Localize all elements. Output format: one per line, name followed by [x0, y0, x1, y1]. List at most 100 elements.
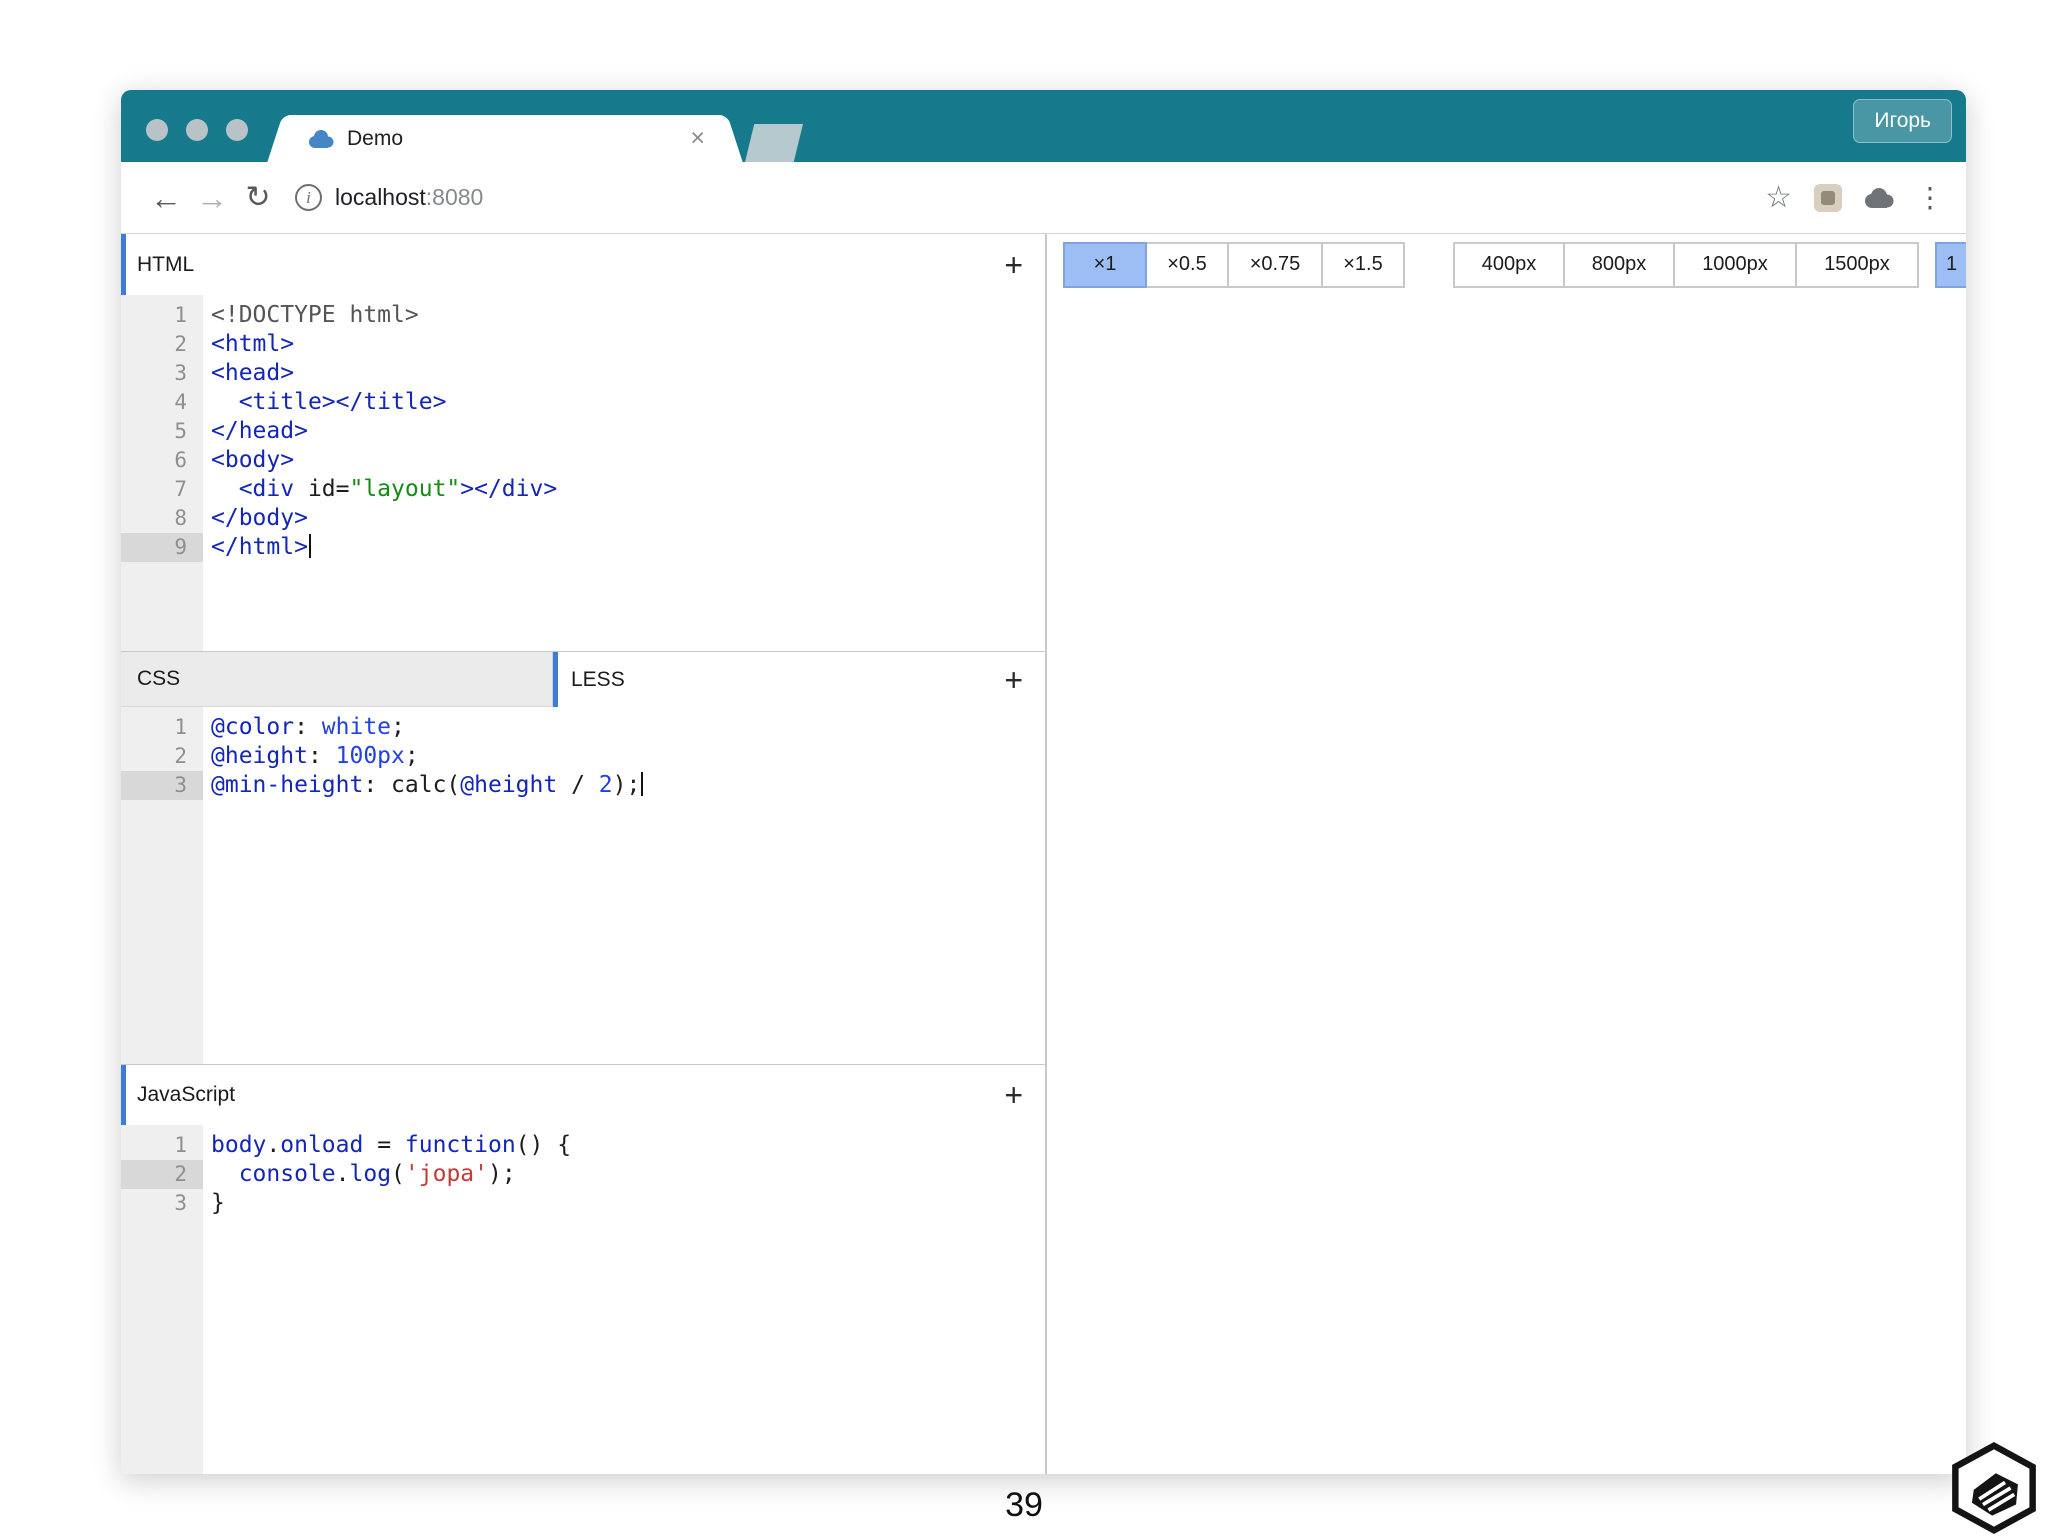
- code-line[interactable]: 4 <title></title>: [121, 388, 1045, 417]
- back-icon[interactable]: ←: [143, 182, 189, 214]
- zoom-x15-button[interactable]: ×1.5: [1321, 242, 1405, 288]
- code-line[interactable]: 2 console.log('jopa');: [121, 1160, 1045, 1189]
- text-cursor: [641, 772, 643, 796]
- code-token: 'jopa': [405, 1161, 488, 1187]
- cloud-extension-icon[interactable]: [1862, 187, 1896, 209]
- code-line[interactable]: 6 <body>: [121, 446, 1045, 475]
- bookmark-star-icon[interactable]: ☆: [1765, 183, 1792, 213]
- code-line[interactable]: 3}: [121, 1189, 1045, 1218]
- close-window-button[interactable]: [146, 119, 168, 141]
- zoom-x1-button[interactable]: ×1: [1063, 242, 1147, 288]
- code-token: ></div>: [460, 476, 557, 502]
- width-1500px-button[interactable]: 1500px: [1795, 242, 1919, 288]
- code-line[interactable]: 5 </head>: [121, 417, 1045, 446]
- code-text: <!DOCTYPE html>: [203, 301, 419, 330]
- code-line[interactable]: 1<!DOCTYPE html>: [121, 301, 1045, 330]
- code-token: [211, 389, 239, 415]
- line-number: 4: [121, 388, 203, 417]
- preview-viewport[interactable]: [1047, 295, 1966, 1474]
- editors-pane: HTML + 1<!DOCTYPE html>2<html>3<head>4 <…: [121, 234, 1047, 1474]
- reload-icon[interactable]: ↻: [235, 183, 281, 213]
- code-text: <head>: [203, 359, 294, 388]
- new-tab-button[interactable]: [745, 124, 803, 162]
- line-number: 1: [121, 713, 203, 742]
- code-line[interactable]: 9</html>: [121, 533, 1045, 562]
- line-number: 2: [121, 330, 203, 359]
- code-token: white: [322, 714, 391, 740]
- browser-tab[interactable]: Demo ×: [285, 115, 725, 162]
- code-line[interactable]: 2@height: 100px;: [121, 742, 1045, 771]
- tab-css[interactable]: CSS: [121, 652, 553, 707]
- code-token: [211, 476, 239, 502]
- code-line[interactable]: 1body.onload = function() {: [121, 1131, 1045, 1160]
- code-text: @color: white;: [203, 713, 405, 742]
- browser-menu-icon[interactable]: ⋮: [1916, 184, 1944, 212]
- extension-icon[interactable]: [1814, 184, 1842, 212]
- code-token: <body>: [211, 447, 294, 473]
- browser-window: Demo × Игорь ← → ↻ i localhost:8080 ☆: [121, 90, 1966, 1474]
- line-number: 5: [121, 417, 203, 446]
- width-1000px-button[interactable]: 1000px: [1673, 242, 1797, 288]
- profile-button[interactable]: Игорь: [1853, 99, 1952, 143]
- width-cutoff-button[interactable]: 1: [1935, 242, 1966, 288]
- tab-close-icon[interactable]: ×: [690, 126, 705, 151]
- code-text: body.onload = function() {: [203, 1131, 571, 1160]
- add-html-panel-button[interactable]: +: [1004, 249, 1023, 281]
- address-bar: ← → ↻ i localhost:8080 ☆ ⋮: [121, 162, 1966, 234]
- traffic-lights: [146, 119, 248, 141]
- main-content: HTML + 1<!DOCTYPE html>2<html>3<head>4 <…: [121, 234, 1966, 1474]
- code-text: </html>: [203, 533, 311, 562]
- line-number: 6: [121, 446, 203, 475]
- code-token: </head>: [211, 418, 308, 444]
- tab-less[interactable]: LESS: [553, 652, 986, 707]
- code-token: :: [294, 714, 322, 740]
- line-number: 2: [121, 1160, 203, 1189]
- brand-logo: [1948, 1442, 2040, 1534]
- code-line[interactable]: 7 <div id="layout"></div>: [121, 475, 1045, 504]
- width-800px-button[interactable]: 800px: [1563, 242, 1675, 288]
- js-code-editor[interactable]: 1body.onload = function() {2 console.log…: [121, 1125, 1045, 1474]
- less-code-editor[interactable]: 1@color: white;2@height: 100px;3@min-hei…: [121, 707, 1045, 1064]
- code-token: @color: [211, 714, 294, 740]
- code-text: <body>: [203, 446, 294, 475]
- add-css-panel-button[interactable]: +: [1004, 664, 1023, 696]
- add-js-panel-button[interactable]: +: [1004, 1079, 1023, 1111]
- preview-pane: ×1 ×0.5 ×0.75 ×1.5 400px 800px 1000px 15…: [1047, 234, 1966, 1474]
- width-button-group: 400px 800px 1000px 1500px: [1453, 242, 1919, 288]
- minimize-window-button[interactable]: [186, 119, 208, 141]
- maximize-window-button[interactable]: [226, 119, 248, 141]
- code-token: 100px: [336, 743, 405, 769]
- code-text: </head>: [203, 417, 308, 446]
- forward-icon[interactable]: →: [189, 182, 235, 214]
- code-line[interactable]: 3<head>: [121, 359, 1045, 388]
- line-number: 1: [121, 301, 203, 330]
- line-number: 2: [121, 742, 203, 771]
- code-token: <head>: [211, 360, 294, 386]
- tab-title: Demo: [347, 127, 690, 151]
- code-token: .: [266, 1132, 280, 1158]
- code-line[interactable]: 8</body>: [121, 504, 1045, 533]
- zoom-x05-button[interactable]: ×0.5: [1145, 242, 1229, 288]
- code-token: @height: [211, 743, 308, 769]
- code-token: );: [613, 772, 641, 798]
- url-field[interactable]: localhost:8080: [335, 184, 483, 211]
- zoom-button-group: ×1 ×0.5 ×0.75 ×1.5: [1063, 242, 1405, 288]
- code-token: <html>: [211, 331, 294, 357]
- html-code-editor[interactable]: 1<!DOCTYPE html>2 <html>3<head>4 <title><…: [121, 295, 1045, 651]
- code-line[interactable]: 1@color: white;: [121, 713, 1045, 742]
- width-400px-button[interactable]: 400px: [1453, 242, 1565, 288]
- line-number: 3: [121, 771, 203, 800]
- code-token: }: [211, 1190, 225, 1216]
- js-panel-header: JavaScript +: [121, 1064, 1045, 1125]
- js-panel-title: JavaScript: [137, 1083, 235, 1107]
- active-tab-accent: [553, 652, 558, 707]
- slide-page-number: 39: [0, 1486, 2048, 1525]
- code-line[interactable]: 3@min-height: calc(@height / 2);: [121, 771, 1045, 800]
- code-token: function: [405, 1132, 516, 1158]
- code-token: calc(: [391, 772, 460, 798]
- text-cursor: [309, 534, 311, 558]
- tab-less-label: LESS: [571, 668, 625, 692]
- code-line[interactable]: 2 <html>: [121, 330, 1045, 359]
- site-info-icon[interactable]: i: [295, 184, 322, 211]
- zoom-x075-button[interactable]: ×0.75: [1227, 242, 1323, 288]
